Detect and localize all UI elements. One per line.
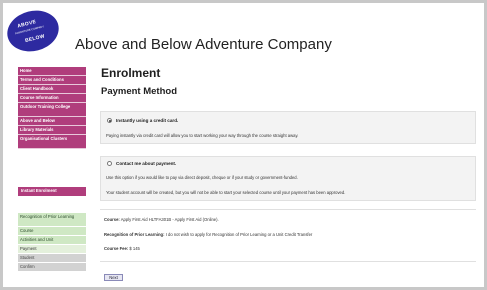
- credit-card-option[interactable]: Instantly using a credit card. Paying in…: [100, 111, 476, 144]
- sidebar-item-above-below[interactable]: Above and Below: [18, 117, 86, 126]
- sidebar-item-terms[interactable]: Terms and Conditions: [18, 76, 86, 85]
- page-frame: ABOVE ADVENTURE COMPANY BELOW Above and …: [3, 3, 484, 287]
- credit-card-label[interactable]: Instantly using a credit card.: [116, 118, 178, 123]
- sidebar-menu: Home Terms and Conditions Client Handboo…: [18, 67, 86, 149]
- step-confirm: Confirm: [18, 263, 86, 272]
- step-student: Student: [18, 254, 86, 263]
- sidebar-item-training-college[interactable]: Outdoor Training College: [18, 103, 86, 117]
- course-value: Apply First Aid HLTFA301B - Apply First …: [120, 217, 219, 222]
- rpl-label: Recognition of Prior Learning:: [104, 232, 165, 237]
- rpl-value: I do not wish to apply for Recognition o…: [165, 232, 313, 237]
- contact-payment-option[interactable]: Contact me about payment. Use this optio…: [100, 156, 476, 201]
- logo-text-bottom: BELOW: [24, 33, 46, 45]
- step-payment: Payment: [18, 245, 86, 254]
- course-label: Course:: [104, 217, 120, 222]
- contact-payment-label[interactable]: Contact me about payment.: [116, 161, 176, 166]
- sidebar-item-library[interactable]: Library Materials: [18, 126, 86, 135]
- contact-payment-note: Your student account will be created, bu…: [106, 190, 346, 195]
- site-title: Above and Below Adventure Company: [75, 36, 332, 53]
- summary-fee: Course Fee: $ 145: [104, 246, 140, 251]
- contact-payment-description: Use this option if you would like to pay…: [106, 175, 298, 180]
- sidebar-item-handbook[interactable]: Client Handbook: [18, 85, 86, 94]
- section-title: Payment Method: [101, 86, 178, 97]
- sidebar-item-home[interactable]: Home: [18, 67, 86, 76]
- fee-label: Course Fee:: [104, 246, 129, 251]
- summary-course: Course: Apply First Aid HLTFA301B - Appl…: [104, 217, 219, 222]
- step-rpl[interactable]: Recognition of Prior Learning: [18, 213, 86, 227]
- next-button[interactable]: Next: [104, 274, 123, 281]
- summary-rpl: Recognition of Prior Learning: I do not …: [104, 232, 312, 237]
- instant-enrolment-button[interactable]: Instant Enrolment: [18, 187, 86, 196]
- sidebar-item-course-info[interactable]: Course Information: [18, 94, 86, 103]
- credit-card-description: Paying instantly via credit card will al…: [106, 133, 299, 138]
- divider: [100, 209, 476, 210]
- sidebar-item-clusters[interactable]: Organisational Clusters: [18, 135, 86, 149]
- divider-bottom: [100, 261, 476, 262]
- enrolment-steps: Recognition of Prior Learning Course Act…: [18, 213, 86, 272]
- page-title: Enrolment: [101, 66, 161, 80]
- credit-card-radio[interactable]: [107, 118, 112, 123]
- step-course[interactable]: Course: [18, 227, 86, 236]
- contact-payment-radio[interactable]: [107, 161, 112, 166]
- fee-value: $ 145: [129, 246, 140, 251]
- company-logo[interactable]: ABOVE ADVENTURE COMPANY BELOW: [3, 5, 64, 57]
- step-activities[interactable]: Activities and Unit: [18, 236, 86, 245]
